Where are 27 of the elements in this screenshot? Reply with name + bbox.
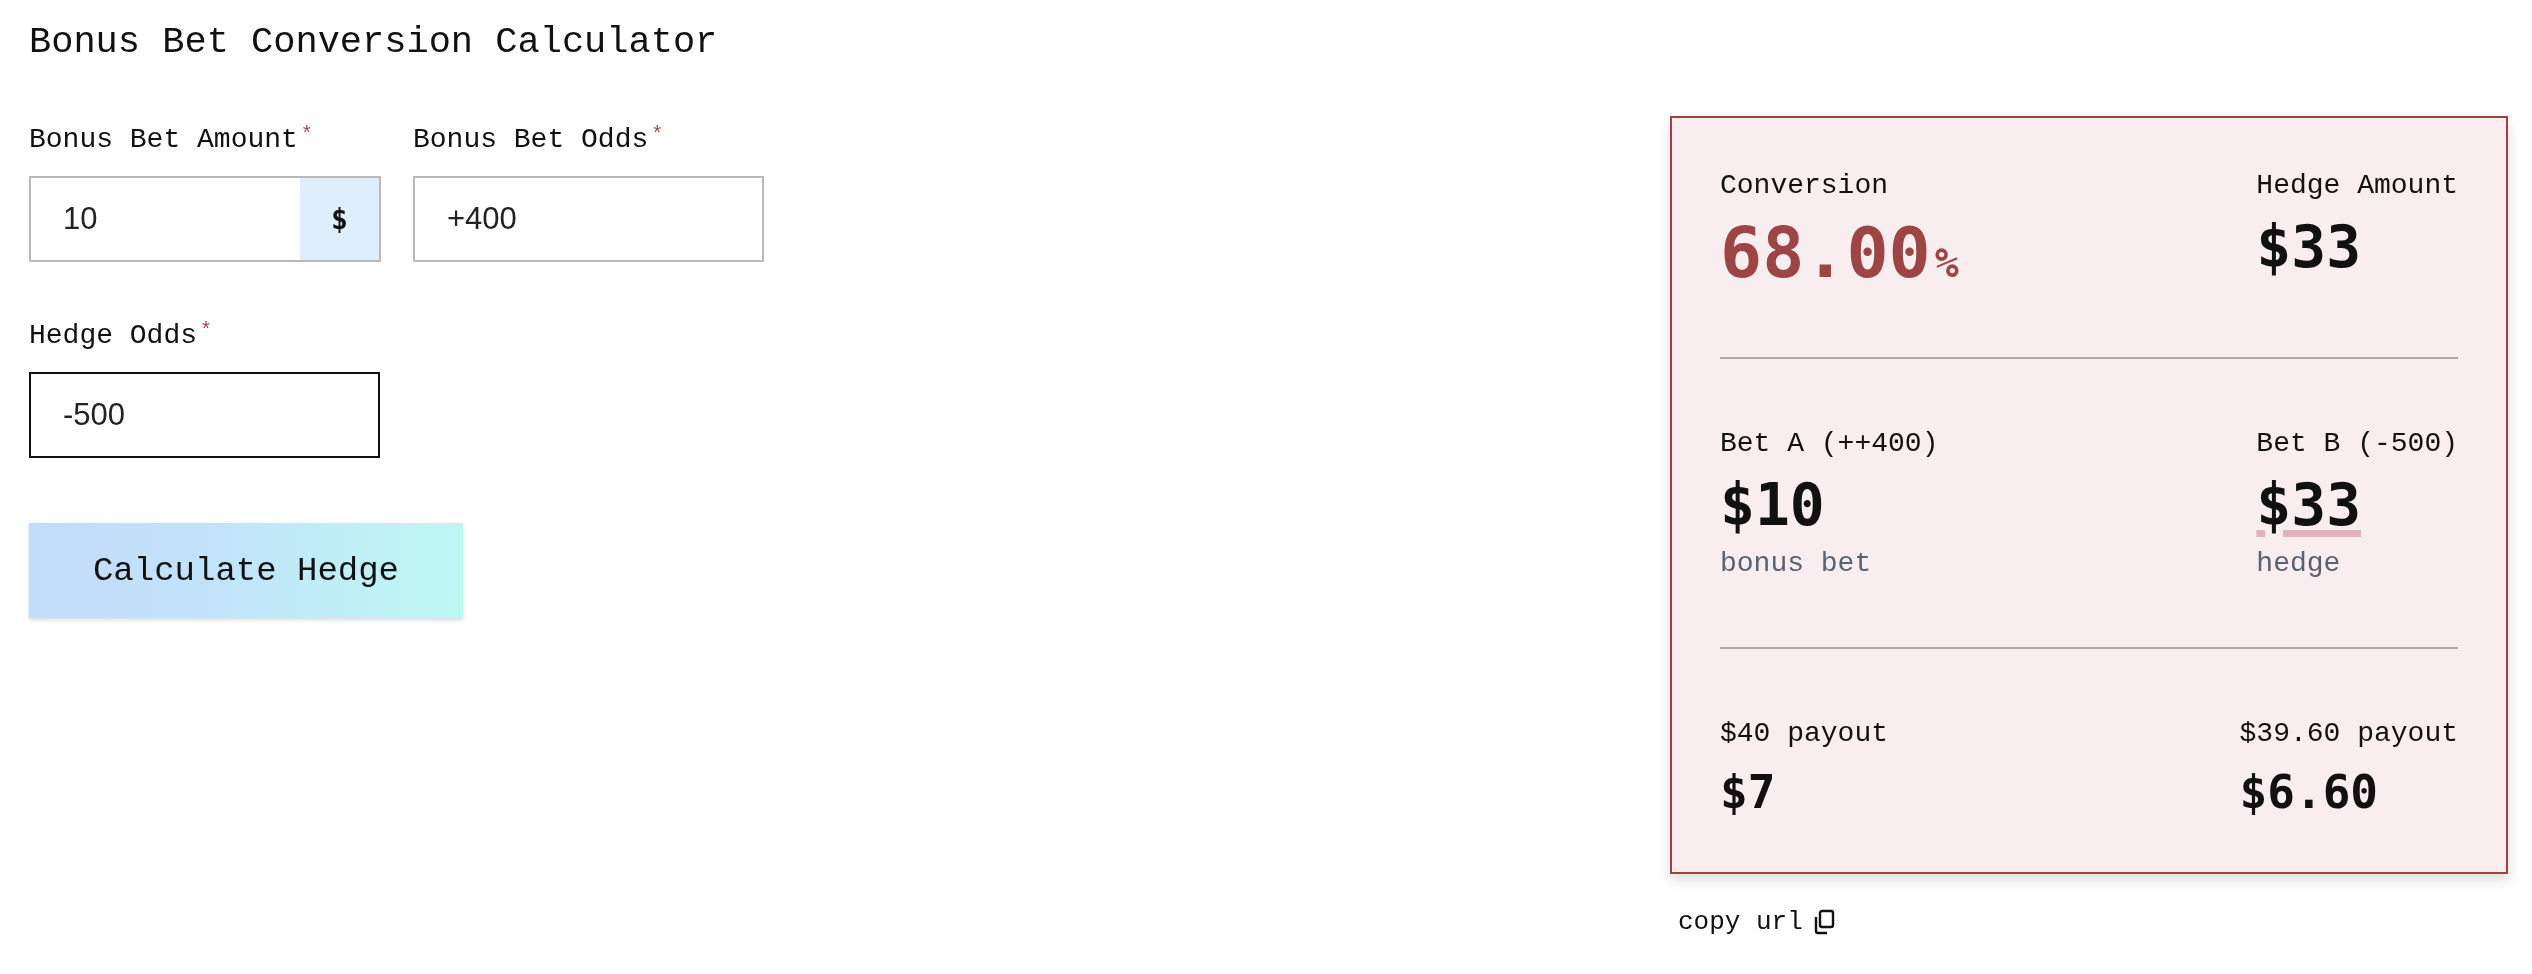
copy-url-link[interactable]: copy url bbox=[1678, 905, 1835, 939]
bet-label: Bet A (++400) bbox=[1720, 427, 1939, 461]
conversion-value: 68.00 bbox=[1720, 212, 1931, 294]
payout-label: $40 payout bbox=[1720, 717, 1889, 751]
field-label: Bonus Bet Odds bbox=[413, 123, 649, 157]
required-mark: * bbox=[200, 321, 213, 341]
conversion-label: Conversion bbox=[1720, 169, 1889, 203]
hedge-amount-label: Hedge Amount bbox=[2256, 169, 2458, 203]
bet-note: bonus bet bbox=[1720, 547, 1872, 581]
copy-icon bbox=[1812, 909, 1835, 935]
payout-value: $7 bbox=[1720, 769, 1776, 815]
bet-note: hedge bbox=[2256, 547, 2341, 581]
required-mark: * bbox=[651, 125, 664, 145]
bet-label: Bet B (-500) bbox=[2256, 427, 2458, 461]
bet-amount: $33 bbox=[2256, 473, 2362, 541]
required-mark: * bbox=[300, 125, 313, 145]
percent-sign: % bbox=[1934, 240, 1959, 286]
page-title: Bonus Bet Conversion Calculator bbox=[29, 20, 718, 64]
bet-amount: $10 bbox=[1720, 473, 1825, 537]
input-field[interactable]: -500 bbox=[29, 372, 380, 458]
calculate-button[interactable]: Calculate Hedge bbox=[29, 523, 463, 618]
hedge-amount-value: $33 bbox=[2256, 215, 2362, 279]
payout-value: $6.60 bbox=[2239, 769, 2379, 815]
field-label: Bonus Bet Amount bbox=[29, 123, 298, 157]
field-label: Hedge Odds bbox=[29, 319, 198, 353]
input-field[interactable]: +400 bbox=[413, 176, 764, 262]
payout-label: $39.60 payout bbox=[2239, 717, 2458, 751]
